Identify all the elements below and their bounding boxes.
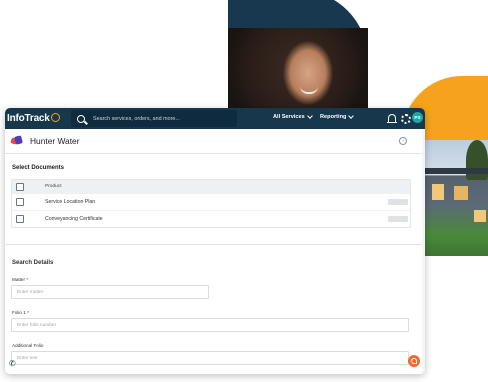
nav-all-services-label: All Services (273, 114, 305, 120)
table-row: Service Location Plan (12, 193, 410, 210)
search-placeholder: Search services, orders, and more... (93, 115, 180, 122)
search-icon (77, 114, 85, 123)
row-product-name: Conveyancing Certificate (45, 216, 103, 222)
folio-input[interactable]: Enter folio number (11, 318, 409, 332)
price-placeholder (388, 199, 408, 205)
woman-photo (228, 28, 368, 112)
nav-reporting-label: Reporting (320, 114, 347, 120)
top-bar: InfoTrack Search services, orders, and m… (5, 108, 425, 129)
matter-input[interactable]: Enter matter (11, 285, 209, 299)
folio-placeholder: Enter folio number (17, 322, 57, 328)
additional-folio-placeholder: Enter text (17, 355, 38, 361)
nav-all-services[interactable]: All Services (273, 113, 313, 120)
notifications-bell-icon[interactable] (387, 114, 397, 123)
house-photo (424, 140, 488, 256)
row-checkbox[interactable] (16, 198, 24, 206)
page-title: Hunter Water (30, 136, 80, 146)
help-icon[interactable]: ? (399, 137, 407, 145)
documents-table: Product Service Location Plan Conveyanci… (11, 179, 411, 228)
chat-fab-button[interactable] (408, 355, 420, 367)
divider (5, 153, 425, 154)
table-row: Conveyancing Certificate (12, 210, 410, 227)
infotrack-logo[interactable]: InfoTrack (7, 113, 60, 124)
search-details-title: Search Details (12, 260, 54, 266)
matter-label: Matter * (12, 277, 29, 282)
scrollbar[interactable] (422, 129, 425, 374)
nav-reporting[interactable]: Reporting (320, 113, 355, 120)
price-placeholder (388, 216, 408, 222)
logo-ring-icon (50, 113, 60, 122)
nsw-flag-icon (10, 135, 23, 146)
settings-gear-icon[interactable] (401, 114, 411, 124)
select-all-checkbox[interactable] (16, 182, 24, 191)
main-content: Hunter Water ? Select Documents Product … (5, 129, 425, 365)
column-header-product: Product (45, 184, 62, 189)
user-avatar[interactable]: PS (412, 112, 423, 123)
row-product-name: Service Location Plan (45, 199, 96, 205)
app-window: InfoTrack Search services, orders, and m… (5, 108, 425, 374)
folio-label: Folio 1 * (12, 310, 29, 315)
chevron-down-icon (306, 113, 313, 119)
table-header: Product (12, 180, 410, 193)
additional-folio-input[interactable]: Enter text (11, 351, 409, 365)
additional-folio-label: Additional Folio (12, 343, 44, 348)
row-checkbox[interactable] (16, 215, 24, 223)
logo-text: InfoTrack (7, 113, 50, 124)
page-header: Hunter Water ? (10, 129, 419, 153)
matter-placeholder: Enter matter (17, 289, 44, 295)
global-search-input[interactable]: Search services, orders, and more... (71, 110, 237, 127)
divider (5, 244, 425, 245)
phone-icon[interactable]: ✆ (9, 360, 17, 368)
chevron-down-icon (348, 113, 355, 119)
select-documents-title: Select Documents (12, 165, 65, 171)
